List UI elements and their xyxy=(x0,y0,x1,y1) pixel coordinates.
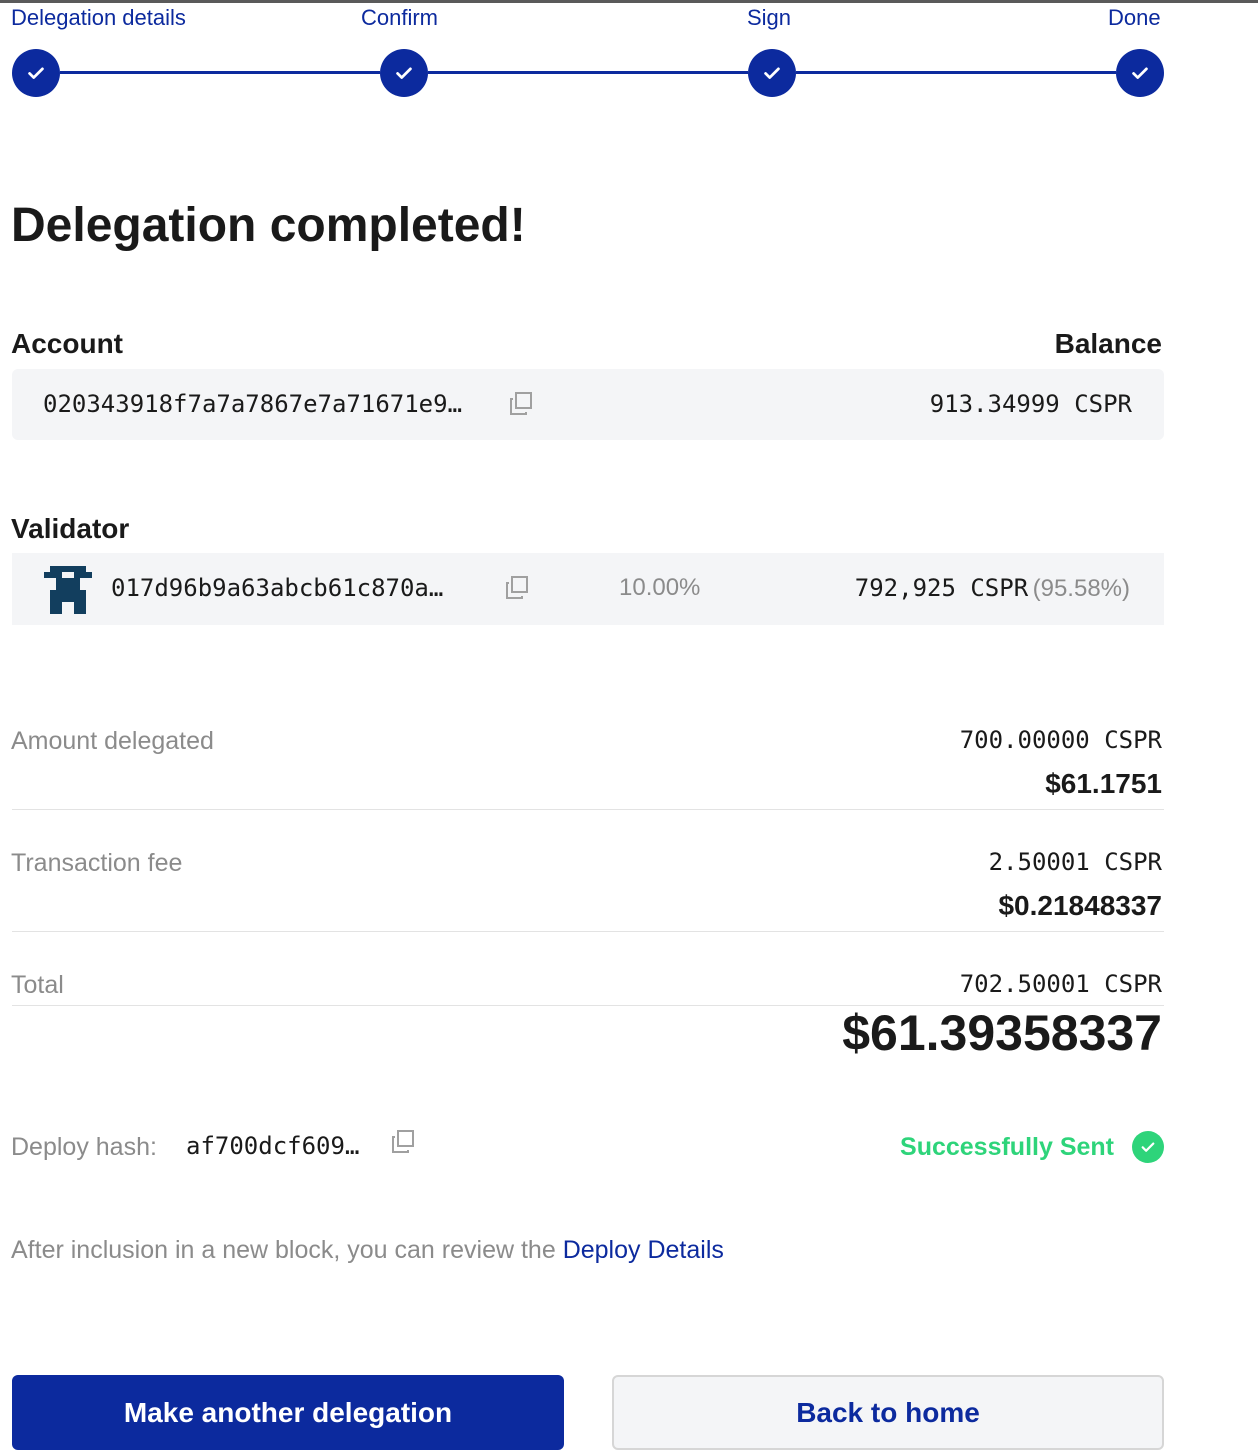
step-complete-check-icon xyxy=(1116,49,1164,97)
transaction-fee-label: Transaction fee xyxy=(11,849,183,877)
validator-card[interactable]: 017d96b9a63abcb61c870a… 10.00% 792,925 C… xyxy=(12,553,1164,625)
validator-stake: 792,925 CSPR xyxy=(854,574,1029,602)
step-label-delegation-details[interactable]: Delegation details xyxy=(11,5,186,31)
make-another-delegation-button[interactable]: Make another delegation xyxy=(12,1375,564,1450)
success-check-icon xyxy=(1132,1131,1164,1163)
copy-icon[interactable] xyxy=(390,1129,416,1155)
validator-stake-group: 792,925 CSPR (95.58%) xyxy=(855,574,1130,603)
divider xyxy=(12,809,1164,810)
transaction-fee-usd: $0.21848337 xyxy=(998,890,1162,921)
deploy-details-link[interactable]: Deploy Details xyxy=(563,1236,724,1264)
total-cspr: 702.50001 CSPR xyxy=(959,970,1162,998)
validator-label: Validator xyxy=(11,513,130,544)
step-label-done[interactable]: Done xyxy=(1108,5,1161,31)
balance-label: Balance xyxy=(1054,328,1162,359)
review-note: After inclusion in a new block, you can … xyxy=(11,1236,724,1265)
transaction-fee-cspr: 2.50001 CSPR xyxy=(988,848,1162,876)
amount-delegated-usd: $61.1751 xyxy=(1045,768,1162,799)
deploy-hash-label: Deploy hash: xyxy=(11,1133,157,1161)
back-to-home-button[interactable]: Back to home xyxy=(612,1375,1164,1450)
step-label-sign[interactable]: Sign xyxy=(747,5,791,31)
validator-address: 017d96b9a63abcb61c870a… xyxy=(111,574,444,602)
amount-delegated-label: Amount delegated xyxy=(11,727,214,755)
step-label-confirm[interactable]: Confirm xyxy=(361,5,438,31)
page-title: Delegation completed! xyxy=(11,199,526,252)
review-note-text: After inclusion in a new block, you can … xyxy=(11,1236,563,1264)
deploy-hash-value: af700dcf609… xyxy=(186,1132,360,1160)
deploy-status: Successfully Sent xyxy=(900,1133,1114,1161)
account-label: Account xyxy=(11,328,123,359)
step-complete-check-icon xyxy=(748,49,796,97)
step-complete-check-icon xyxy=(380,49,428,97)
step-connector xyxy=(428,71,748,74)
divider xyxy=(12,931,1164,932)
validator-avatar xyxy=(44,566,92,614)
progress-stepper: Delegation details Confirm Sign Done xyxy=(0,0,1258,110)
validator-stake-share: (95.58%) xyxy=(1032,575,1130,602)
account-address: 020343918f7a7a7867e7a71671e9… xyxy=(43,390,463,418)
total-usd: $61.39358337 xyxy=(842,1005,1162,1061)
copy-icon[interactable] xyxy=(504,575,530,601)
validator-fee: 10.00% xyxy=(619,574,701,601)
account-card: 020343918f7a7a7867e7a71671e9… 913.34999 … xyxy=(12,369,1164,440)
step-connector xyxy=(796,71,1116,74)
step-connector xyxy=(60,71,380,74)
total-label: Total xyxy=(11,971,64,999)
step-complete-check-icon xyxy=(12,49,60,97)
copy-icon[interactable] xyxy=(508,391,534,417)
amount-delegated-cspr: 700.00000 CSPR xyxy=(959,726,1162,754)
account-balance: 913.34999 CSPR xyxy=(929,390,1132,418)
